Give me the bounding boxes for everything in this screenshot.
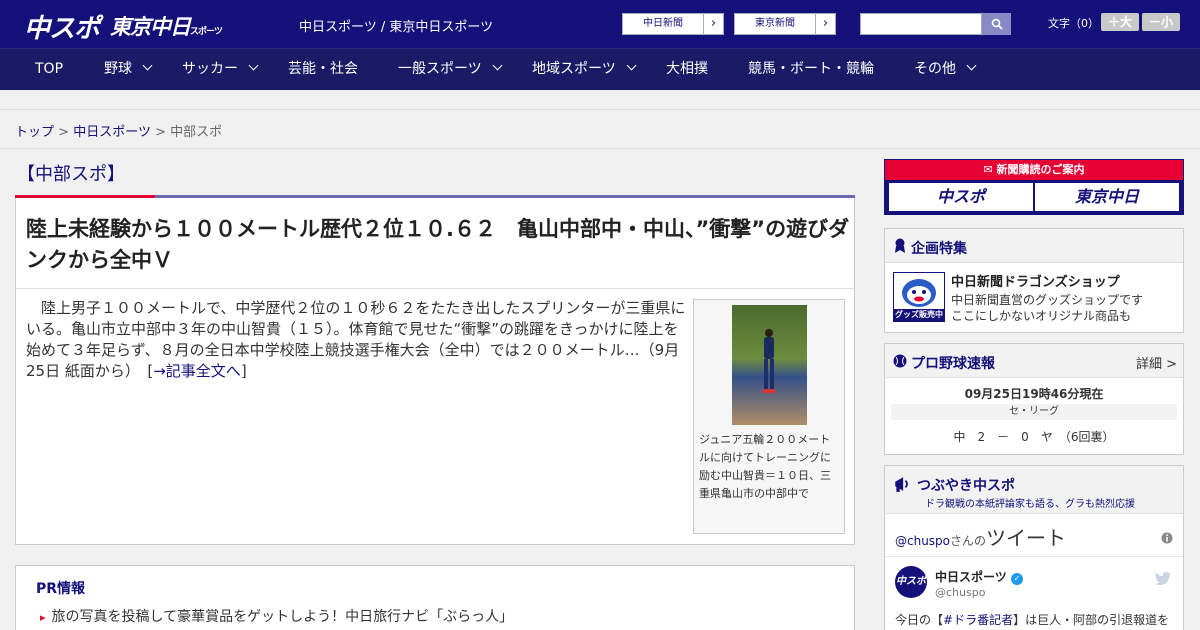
chevron-right-icon: › [815,14,835,34]
tweets-panel: つぶやき中スポ ドラ観戦の本紙評論家も語る、グラも熱烈応援 @chuspoさんの… [884,465,1184,630]
article-photo-box: ジュニア五輪２００メートルに向けてトレーニングに励む中山智貴＝１０日、三重県亀山… [693,299,845,534]
verified-badge-icon: ✓ [1010,573,1023,585]
photo-caption: ジュニア五輪２００メートルに向けてトレーニングに励む中山智貴＝１０日、三重県亀山… [699,433,831,500]
article-divider [16,288,854,289]
score-timestamp: 09月25日19時46分現在 [964,387,1104,401]
nav-item-sumo[interactable]: 大相撲 [666,49,708,90]
nav-item-general-sports[interactable]: 一般スポーツ [398,49,503,90]
shop-logo-text: グッズ販売中 [895,310,943,319]
nav-item-soccer[interactable]: サッカー [182,49,259,90]
baseball-detail-link[interactable]: 詳細 > [1136,353,1177,372]
megaphone-icon [895,477,908,492]
pr-info-box: PR情報 旅の写真を投稿して豪華賞品をゲットしよう！中日旅行ナビ「ぶらっ人」 [15,565,855,630]
baseball-score-panel: プロ野球速報 詳細 > 09月25日19時46分現在 セ・リーグ 中 2 － 0… [884,343,1184,455]
tweet-feed-handle[interactable]: @chuspo [895,534,950,548]
nav-item-racing[interactable]: 競馬・ボート・競輪 [748,49,874,90]
tweet-text: 今日の【#ドラ番記者】は巨人・阿部の引退報道を [895,613,1170,627]
tweet-feed-heading: @chuspoさんのツイート [895,526,1067,550]
tweet-author-handle[interactable]: @chuspo [935,586,985,599]
search-button[interactable] [982,13,1011,35]
nav-item-local-sports[interactable]: 地域スポーツ [532,49,637,90]
breadcrumb-chunichi-sports[interactable]: 中日スポーツ [73,125,151,140]
chevron-down-icon [492,60,503,71]
dragons-shop-logo[interactable]: グッズ販売中 [893,272,945,322]
league-label: セ・リーグ [891,404,1177,420]
feature-panel-header: 企画特集 [885,229,1183,263]
site-header: 中スポ 東京中日スポーツ 中日スポーツ / 東京中日スポーツ 中日新聞 › 東京… [0,0,1200,48]
subscription-heading: ✉ 新聞購読のご案内 [885,160,1183,180]
tweet-divider [885,556,1183,557]
chevron-down-icon [966,60,977,71]
ribbon-icon [895,238,905,253]
runner-figure-icon [763,329,775,393]
chevron-down-icon [142,60,153,71]
breadcrumb-current: 中部スポ [170,125,223,140]
subscription-box: ✉ 新聞購読のご案内 中スポ 東京中日 [884,159,1184,215]
nav-item-entertainment[interactable]: 芸能・社会 [288,49,358,90]
header-spacer [0,90,1200,110]
avatar[interactable]: 中スポ [895,566,927,598]
baseball-panel-title: プロ野球速報 [911,356,995,372]
feature-panel-title: 企画特集 [911,241,967,257]
nav-item-baseball[interactable]: 野球 [104,49,153,90]
nav-item-other[interactable]: その他 [914,49,977,90]
tweets-panel-title: つぶやき中スポ [917,478,1015,494]
read-full-article-link[interactable]: →記事全文へ [153,362,241,380]
article-card: 陸上未経験から１００メートル歴代２位１０.６２ 亀山中部中・中山、”衝撃”の遊び… [15,198,855,545]
feature-panel: 企画特集 グッズ販売中 中日新聞ドラゴンズショップ 中日新聞直営のグッズショップ… [884,228,1184,333]
info-icon[interactable] [1161,532,1173,544]
font-larger-button[interactable]: ＋大 [1101,13,1139,31]
pr-title: PR情報 [36,581,86,597]
breadcrumb-top[interactable]: トップ [15,125,54,140]
tokyo-chunichi-logo[interactable]: 東京中日スポーツ [110,11,223,41]
subscribe-tokyo-chunichi-button[interactable]: 東京中日 [1035,183,1179,211]
chevron-down-icon [248,60,259,71]
section-heading: 【中部スポ】 [15,160,855,198]
font-smaller-button[interactable]: －小 [1142,13,1180,31]
chunichi-shimbun-link[interactable]: 中日新聞 › [622,13,724,35]
baseball-icon [893,354,907,368]
main-nav: TOP 野球 サッカー 芸能・社会 一般スポーツ 地域スポーツ 大相撲 競馬・ボ… [0,48,1200,90]
font-size-label: 文字（0） [1048,17,1099,30]
tokyo-shimbun-link[interactable]: 東京新聞 › [734,13,836,35]
tweets-panel-header: つぶやき中スポ ドラ観戦の本紙評論家も語る、グラも熱烈応援 [885,466,1183,514]
hashtag-link[interactable]: #ドラ番記者 [943,613,1013,627]
subscribe-chuspo-button[interactable]: 中スポ [889,183,1033,211]
game-score[interactable]: 中 2 － 0 ヤ （6回裏） [885,428,1183,445]
chevron-right-icon: › [703,14,723,34]
search-icon [991,18,1003,30]
article-title: 陸上未経験から１００メートル歴代２位１０.６２ 亀山中部中・中山、”衝撃”の遊び… [26,217,850,272]
twitter-bird-icon [1155,572,1171,585]
pr-item[interactable]: 旅の写真を投稿して豪華賞品をゲットしよう！中日旅行ナビ「ぶらっ人」 [40,606,514,626]
dragons-shop-link[interactable]: 中日新聞ドラゴンズショップ [951,271,1120,290]
dragons-shop-description: 中日新聞直営のグッズショップです ここにしかないオリジナル商品も [951,293,1144,323]
breadcrumb: トップ > 中日スポーツ > 中部スポ [0,111,1200,149]
baseball-panel-header: プロ野球速報 詳細 > [885,344,1183,378]
section-title: 【中部スポ】 [17,164,125,185]
chevron-down-icon [626,60,637,71]
article-summary: 陸上男子１００メートルで、中学歴代２位の１０秒６２をたたき出したスプリンターが三… [26,299,686,380]
tweets-panel-subtitle: ドラ観戦の本紙評論家も語る、グラも熱烈応援 [925,499,1135,510]
search-input[interactable] [860,13,982,35]
tweet-author-name[interactable]: 中日スポーツ ✓ [935,568,1023,585]
site-title: 中日スポーツ / 東京中日スポーツ [299,20,494,35]
nav-item-top[interactable]: TOP [35,49,63,90]
article-photo[interactable] [732,305,807,425]
chuspo-logo[interactable]: 中スポ [24,8,100,45]
